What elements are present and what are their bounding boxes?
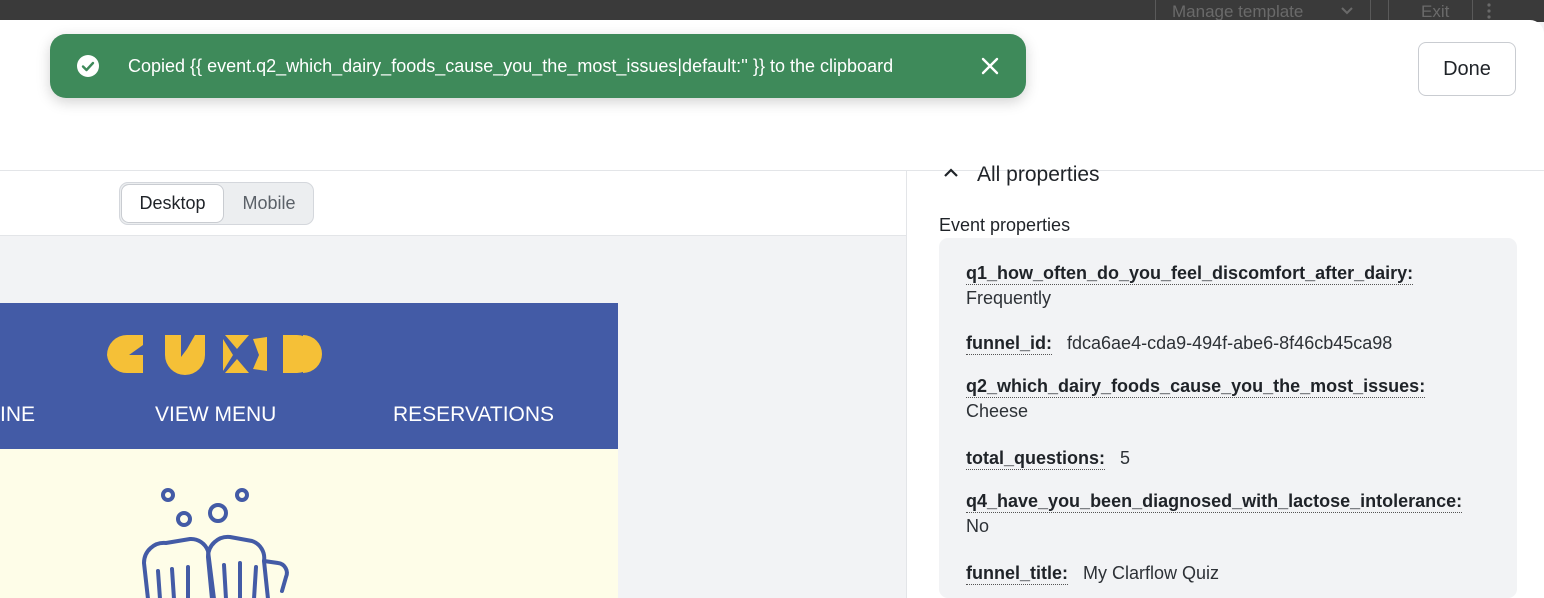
close-icon[interactable] [978, 54, 1002, 78]
properties-panel: All properties Event properties q1_how_o… [906, 163, 1544, 598]
exit-button[interactable]: Exit [1421, 2, 1449, 22]
property-key[interactable]: funnel_title: [966, 563, 1068, 585]
property-key[interactable]: q1_how_often_do_you_feel_discomfort_afte… [966, 263, 1414, 285]
property-value: Frequently [966, 288, 1052, 308]
property-item[interactable]: funnel_id: fdca6ae4-cda9-494f-abe6-8f46c… [966, 333, 1393, 355]
property-item[interactable]: total_questions: 5 [966, 448, 1131, 470]
manage-template-button[interactable]: Manage template [1172, 2, 1303, 22]
event-properties-label: Event properties [939, 215, 1071, 235]
toast-message: Copied {{ event.q2_which_dairy_foods_cau… [128, 56, 894, 76]
nav-link-view-menu[interactable]: VIEW MENU [155, 403, 276, 427]
property-value: 5 [1120, 448, 1131, 468]
property-item[interactable]: q4_have_you_been_diagnosed_with_lactose_… [966, 491, 1472, 537]
property-item[interactable]: funnel_title: My Clarflow Quiz [966, 563, 1220, 585]
brand-logo [107, 335, 322, 375]
preview-toolbar: Desktop Mobile [0, 171, 906, 236]
check-circle-icon [77, 55, 99, 77]
property-key[interactable]: q4_have_you_been_diagnosed_with_lactose_… [966, 491, 1463, 513]
done-button[interactable]: Done [1418, 42, 1516, 96]
nav-link-reservations[interactable]: RESERVATIONS [393, 403, 554, 427]
property-key[interactable]: total_questions: [966, 448, 1106, 470]
nav-link-online[interactable]: INE [0, 403, 35, 427]
desktop-toggle-button[interactable]: Desktop [121, 184, 224, 223]
property-key[interactable]: funnel_id: [966, 333, 1052, 355]
toolbar-divider [1370, 0, 1371, 22]
mobile-toggle-button[interactable]: Mobile [226, 184, 312, 223]
toolbar-divider [1472, 0, 1473, 22]
event-properties-list: q1_how_often_do_you_feel_discomfort_afte… [939, 238, 1517, 598]
property-value: My Clarflow Quiz [1083, 563, 1220, 583]
top-toolbar: Manage template Exit [0, 0, 1544, 22]
property-value: Cheese [966, 401, 1029, 421]
all-properties-toggle[interactable]: All properties [977, 163, 1100, 187]
property-key[interactable]: q2_which_dairy_foods_cause_you_the_most_… [966, 376, 1426, 398]
property-value: fdca6ae4-cda9-494f-abe6-8f46cb45ca98 [1067, 333, 1393, 353]
device-toggle: Desktop Mobile [119, 182, 314, 225]
toolbar-divider [1388, 0, 1389, 22]
more-options-icon[interactable] [1486, 3, 1492, 19]
property-item[interactable]: q1_how_often_do_you_feel_discomfort_afte… [966, 263, 1423, 309]
property-item[interactable]: q2_which_dairy_foods_cause_you_the_most_… [966, 376, 1435, 422]
email-body [0, 449, 618, 598]
property-value: No [966, 516, 990, 536]
email-preview-area: Desktop Mobile INE VIEW MENU RESERVATION… [0, 171, 906, 598]
toolbar-divider [1155, 0, 1156, 22]
toast-notification: Copied {{ event.q2_which_dairy_foods_cau… [50, 34, 1026, 98]
chevron-down-icon [1341, 7, 1353, 15]
beer-mugs-icon [141, 488, 289, 598]
email-header-banner: INE VIEW MENU RESERVATIONS [0, 303, 618, 449]
chevron-up-icon[interactable] [943, 167, 959, 179]
